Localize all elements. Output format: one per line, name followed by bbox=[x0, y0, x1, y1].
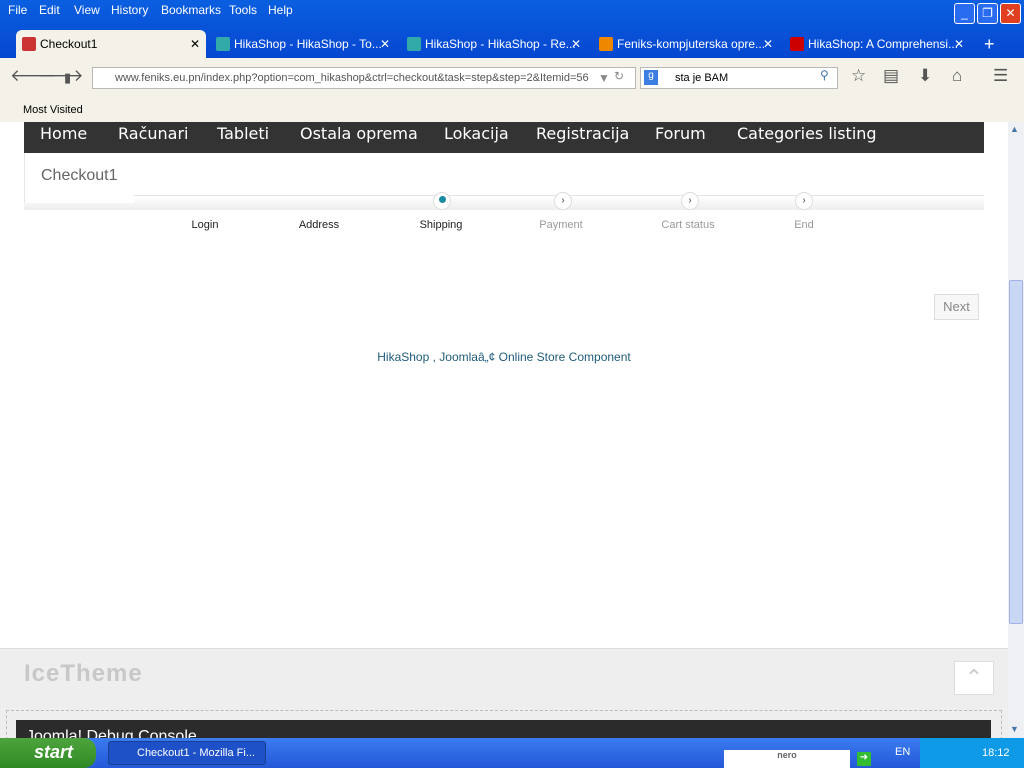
window-label: Checkout1 - Mozilla Fi... bbox=[137, 747, 255, 759]
language-indicator[interactable]: EN bbox=[895, 746, 910, 758]
nav-home[interactable]: Home bbox=[40, 124, 87, 144]
tab-feniks[interactable]: Feniks-kompjuterska opre... ✕ bbox=[593, 30, 779, 58]
search-text: sta je BAM bbox=[675, 72, 729, 84]
menu-view[interactable]: View bbox=[74, 3, 100, 17]
arrow-icon[interactable]: ➜ bbox=[857, 752, 871, 766]
url-bar[interactable]: www.feniks.eu.pn/index.php?option=com_hi… bbox=[92, 67, 636, 89]
scroll-to-top-button[interactable]: ⌃ bbox=[954, 661, 994, 695]
step-end: End bbox=[794, 219, 814, 231]
tab-youtube[interactable]: HikaShop: A Comprehensi... ✕ bbox=[784, 30, 970, 58]
dropdown-icon[interactable]: ▼ bbox=[598, 71, 610, 85]
next-button[interactable]: Next bbox=[934, 294, 979, 320]
url-text: www.feniks.eu.pn/index.php?option=com_hi… bbox=[115, 72, 589, 84]
nav-racunari[interactable]: Računari bbox=[118, 124, 188, 144]
nav-ostala-oprema[interactable]: Ostala oprema bbox=[300, 124, 418, 144]
nero-search-logo[interactable]: nero bbox=[724, 750, 850, 768]
nav-forum[interactable]: Forum bbox=[655, 124, 706, 144]
google-icon[interactable]: g bbox=[644, 70, 658, 85]
bookmarks-list-icon[interactable]: ▤ bbox=[883, 66, 899, 86]
hikashop-icon bbox=[216, 37, 230, 51]
restore-button[interactable]: ❐ bbox=[977, 3, 998, 24]
tab-label: HikaShop - HikaShop - Re... bbox=[425, 37, 576, 51]
start-button[interactable]: start bbox=[0, 738, 96, 768]
close-tab-icon[interactable]: ✕ bbox=[190, 30, 200, 58]
bookmark-star-icon[interactable]: ☆ bbox=[851, 66, 866, 86]
nav-lokacija[interactable]: Lokacija bbox=[444, 124, 509, 144]
nav-registracija[interactable]: Registracija bbox=[536, 124, 629, 144]
download-icon[interactable]: ⬇ bbox=[918, 66, 932, 86]
step-cart-status: Cart status bbox=[661, 219, 715, 231]
menu-history[interactable]: History bbox=[111, 3, 148, 17]
search-icon[interactable]: ⚲ bbox=[820, 68, 829, 82]
clock: 18:12 bbox=[982, 747, 1010, 759]
step-current-icon bbox=[433, 192, 451, 210]
scroll-up-icon[interactable]: ▲ bbox=[1010, 124, 1019, 134]
bookmarks-bar: Most Visited bbox=[0, 98, 1024, 122]
close-tab-icon[interactable]: ✕ bbox=[763, 30, 773, 58]
search-input[interactable]: sta je BAM bbox=[640, 67, 838, 89]
menu-bookmarks[interactable]: Bookmarks bbox=[161, 3, 221, 17]
home-icon[interactable]: ⌂ bbox=[952, 66, 962, 86]
debug-console-title: Joomla! Debug Console bbox=[16, 720, 991, 738]
youtube-icon bbox=[790, 37, 804, 51]
page-title: Checkout1 bbox=[24, 153, 134, 203]
menu-file[interactable]: File bbox=[8, 3, 27, 17]
forward-icon[interactable]: 🡒 bbox=[38, 66, 84, 86]
tab-hikashop-1[interactable]: HikaShop - HikaShop - To... ✕ bbox=[210, 30, 396, 58]
tab-label: HikaShop - HikaShop - To... bbox=[234, 37, 382, 51]
icetheme-logo[interactable]: IceTheme bbox=[24, 660, 143, 688]
step-address[interactable]: Address bbox=[299, 219, 339, 231]
tab-hikashop-2[interactable]: HikaShop - HikaShop - Re... ✕ bbox=[401, 30, 587, 58]
minimize-button[interactable]: _ bbox=[954, 3, 975, 24]
start-label: start bbox=[34, 742, 74, 762]
tab-label: Feniks-kompjuterska opre... bbox=[617, 37, 766, 51]
menu-icon[interactable]: ☰ bbox=[993, 66, 1008, 86]
nav-tableti[interactable]: Tableti bbox=[217, 124, 269, 144]
close-tab-icon[interactable]: ✕ bbox=[571, 30, 581, 58]
step-login[interactable]: Login bbox=[192, 219, 219, 231]
scrollbar-thumb[interactable] bbox=[1009, 280, 1023, 624]
menu-tools[interactable]: Tools bbox=[229, 3, 257, 17]
chevron-right-icon: › bbox=[795, 192, 813, 210]
close-tab-icon[interactable]: ✕ bbox=[380, 30, 390, 58]
taskbar-firefox-window[interactable]: Checkout1 - Mozilla Fi... bbox=[108, 741, 266, 765]
system-tray: 18:12 bbox=[920, 738, 1024, 768]
scroll-down-icon[interactable]: ▼ bbox=[1010, 724, 1019, 734]
chevron-right-icon: › bbox=[554, 192, 572, 210]
new-tab-button[interactable]: + bbox=[980, 30, 995, 58]
hikashop-credit-link[interactable]: HikaShop , Joomlaâ„¢ Online Store Compon… bbox=[0, 350, 1008, 364]
checkout-progress-bar bbox=[24, 195, 984, 210]
tab-checkout1[interactable]: Checkout1 ✕ bbox=[16, 30, 206, 58]
step-payment: Payment bbox=[539, 219, 583, 231]
tab-label: Checkout1 bbox=[40, 37, 98, 51]
hikashop-icon bbox=[407, 37, 421, 51]
joomla-icon bbox=[22, 37, 36, 51]
menu-edit[interactable]: Edit bbox=[39, 3, 60, 17]
joomla-icon bbox=[599, 37, 613, 51]
chevron-right-icon: › bbox=[681, 192, 699, 210]
step-shipping: Shipping bbox=[419, 219, 463, 231]
tab-label: HikaShop: A Comprehensi... bbox=[808, 37, 959, 51]
reload-icon[interactable]: ↻ bbox=[614, 69, 624, 83]
close-tab-icon[interactable]: ✕ bbox=[954, 30, 964, 58]
tab-groups-icon[interactable]: ▮ bbox=[64, 70, 71, 86]
close-window-button[interactable]: ✕ bbox=[1000, 3, 1021, 24]
bookmark-most-visited[interactable]: Most Visited bbox=[23, 104, 83, 116]
menu-help[interactable]: Help bbox=[268, 3, 293, 17]
nav-categories-listing[interactable]: Categories listing bbox=[737, 124, 877, 144]
